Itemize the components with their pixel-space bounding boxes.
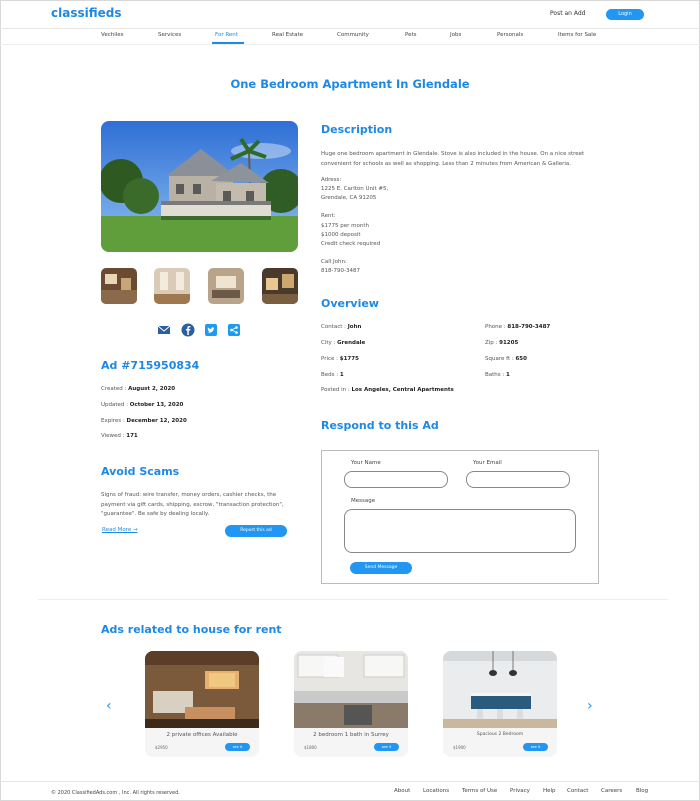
site-logo[interactable]: classifieds <box>51 6 122 20</box>
nav-services[interactable]: Services <box>158 32 181 38</box>
footer-link-about[interactable]: About <box>394 788 410 794</box>
read-more-link[interactable]: Read More → <box>102 527 138 533</box>
related-card-button[interactable]: see it <box>523 743 548 751</box>
related-card-price: $2950 <box>155 745 168 750</box>
chevron-right-icon[interactable]: › <box>587 698 593 714</box>
footer-divider <box>0 781 700 782</box>
footer-link-contact[interactable]: Contact <box>567 788 588 794</box>
share-icon[interactable] <box>227 322 241 336</box>
footer-link-privacy[interactable]: Privacy <box>510 788 530 794</box>
nav-vehicles[interactable]: Vechiles <box>101 32 124 38</box>
ad-expires: Expires : December 12, 2020 <box>101 418 187 424</box>
footer-link-blog[interactable]: Blog <box>636 788 648 794</box>
overview-phone: Phone : 818-790-3487 <box>485 324 551 330</box>
login-button[interactable]: Login <box>606 9 644 20</box>
ad-created: Created : August 2, 2020 <box>101 386 176 392</box>
footer-link-locations[interactable]: Locations <box>423 788 449 794</box>
nav-jobs[interactable]: Jobs <box>450 32 461 38</box>
facebook-icon[interactable] <box>181 322 195 337</box>
thumbnail-photo[interactable] <box>154 268 190 304</box>
ad-updated: Updated : October 13, 2020 <box>101 402 184 408</box>
message-label: Message <box>351 498 376 504</box>
description-intro: Huge one bedroom apartment in Glendale. … <box>321 151 585 167</box>
message-textarea[interactable] <box>344 509 576 553</box>
rent-label: Rent: <box>321 213 336 219</box>
overview-zip: Zip : 91205 <box>485 340 519 346</box>
related-card[interactable]: 2 private offices Available $2950 see it <box>145 651 259 757</box>
overview-price: Price : $1775 <box>321 356 359 362</box>
related-card-price: $1800 <box>304 745 317 750</box>
thumbnail-photo[interactable] <box>101 268 137 304</box>
overview-contact: Contact : John <box>321 324 362 330</box>
overview-heading: Overview <box>321 297 379 310</box>
footer-link-careers[interactable]: Careers <box>601 788 622 794</box>
respond-heading: Respond to this Ad <box>321 419 439 432</box>
nav-community[interactable]: Community <box>337 32 369 38</box>
related-card-price: $1900 <box>453 745 466 750</box>
nav-for-rent[interactable]: For Rent <box>215 32 238 38</box>
send-message-button[interactable]: Send Message <box>350 562 412 574</box>
header-divider <box>0 28 700 29</box>
name-input[interactable] <box>344 471 448 488</box>
thumbnail-photo[interactable] <box>208 268 244 304</box>
ad-number-heading: Ad #715950834 <box>101 359 200 372</box>
related-card-title: 2 private offices Available <box>166 732 238 738</box>
overview-posted: Posted in : Los Angeles, Central Apartme… <box>321 387 454 393</box>
email-input[interactable] <box>466 471 570 488</box>
post-ad-link[interactable]: Post an Add <box>550 10 585 17</box>
footer-link-help[interactable]: Help <box>543 788 556 794</box>
section-divider <box>38 599 668 600</box>
overview-baths: Baths : 1 <box>485 372 510 378</box>
footer-link-terms[interactable]: Terms of Use <box>462 788 497 794</box>
overview-sqft: Square ft : 650 <box>485 356 527 362</box>
listing-main-photo[interactable] <box>101 121 298 252</box>
mail-icon[interactable] <box>157 322 171 336</box>
related-card-title: 2 bedroom 1 bath in Surrey <box>313 732 389 738</box>
nav-pets[interactable]: Pets <box>405 32 417 38</box>
page-title: One Bedroom Apartment In Glendale <box>230 77 470 91</box>
nav-divider <box>0 44 700 45</box>
chevron-left-icon[interactable]: ‹ <box>106 698 112 714</box>
overview-beds: Beds : 1 <box>321 372 344 378</box>
address-line2: Grendale, CA 91205 <box>321 195 377 201</box>
twitter-icon[interactable] <box>204 322 218 336</box>
description-heading: Description <box>321 123 393 136</box>
overview-city: City : Grendale <box>321 340 366 346</box>
related-heading: Ads related to house for rent <box>101 623 282 636</box>
rent-line3: Credit check required <box>321 241 381 247</box>
related-card[interactable]: Spacious 2 Bedroom $1900 see it <box>443 651 557 757</box>
call-phone[interactable]: 818-790-3487 <box>321 267 360 277</box>
avoid-scams-text: Signs of fraud: wire transfer, money ord… <box>101 492 284 517</box>
related-card-button[interactable]: see it <box>374 743 399 751</box>
email-label: Your Email <box>473 460 502 466</box>
avoid-scams-heading: Avoid Scams <box>101 465 180 478</box>
name-label: Your Name <box>351 460 381 466</box>
nav-personals[interactable]: Personals <box>497 32 523 38</box>
report-ad-button[interactable]: Report this ad <box>225 525 287 537</box>
related-card[interactable]: 2 bedroom 1 bath in Surrey $1800 see it <box>294 651 408 757</box>
thumbnail-photo[interactable] <box>262 268 298 304</box>
copyright: © 2020 ClassifiedAds.com , Inc. All righ… <box>51 790 180 796</box>
ad-viewed: Viewed : 171 <box>101 433 138 439</box>
nav-real-estate[interactable]: Real Estate <box>272 32 303 38</box>
related-card-title: Spacious 2 Bedroom <box>476 732 524 737</box>
related-card-button[interactable]: see it <box>225 743 250 751</box>
nav-items-for-sale[interactable]: Items for Sale <box>558 32 596 38</box>
